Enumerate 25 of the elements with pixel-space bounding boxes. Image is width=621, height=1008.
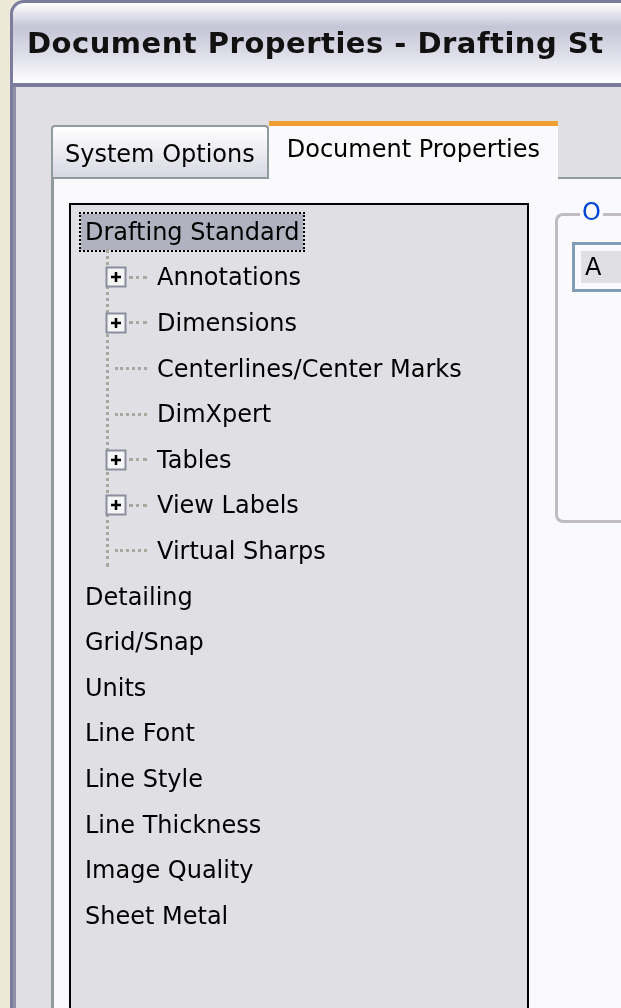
tree-item[interactable]: Dimensions <box>153 305 302 341</box>
tree-item[interactable]: DimXpert <box>153 396 276 433</box>
tree-item[interactable]: Line Style <box>81 760 207 797</box>
input-field[interactable]: A <box>572 242 621 292</box>
tree-item[interactable]: Annotations <box>153 259 306 296</box>
tree-item[interactable]: Image Quality <box>81 852 258 889</box>
tree-item[interactable]: Detailing <box>81 578 197 615</box>
tab[interactable]: System Options <box>51 125 269 177</box>
tree-item[interactable]: Line Font <box>81 715 199 752</box>
expand-icon[interactable] <box>105 448 127 471</box>
tree-item[interactable]: Sheet Metal <box>81 897 233 934</box>
tree-item[interactable]: Drafting Standard <box>81 213 304 250</box>
expand-icon[interactable] <box>105 266 127 289</box>
expand-icon[interactable] <box>105 494 127 517</box>
tree-item[interactable]: Grid/Snap <box>81 624 208 661</box>
tree-item[interactable]: Tables <box>153 441 236 478</box>
tree-item[interactable]: Units <box>81 669 151 706</box>
tree-item[interactable]: Centerlines/Center Marks <box>153 350 466 387</box>
tab[interactable]: Document Properties <box>268 121 558 179</box>
window-title: Document Properties - Drafting St <box>27 26 604 60</box>
tree-item[interactable]: View Labels <box>153 487 303 524</box>
field-value: A <box>585 253 602 281</box>
tree-item[interactable]: Virtual Sharps <box>153 532 330 569</box>
tree-item[interactable]: Line Thickness <box>81 806 266 843</box>
expand-icon[interactable] <box>105 312 127 334</box>
